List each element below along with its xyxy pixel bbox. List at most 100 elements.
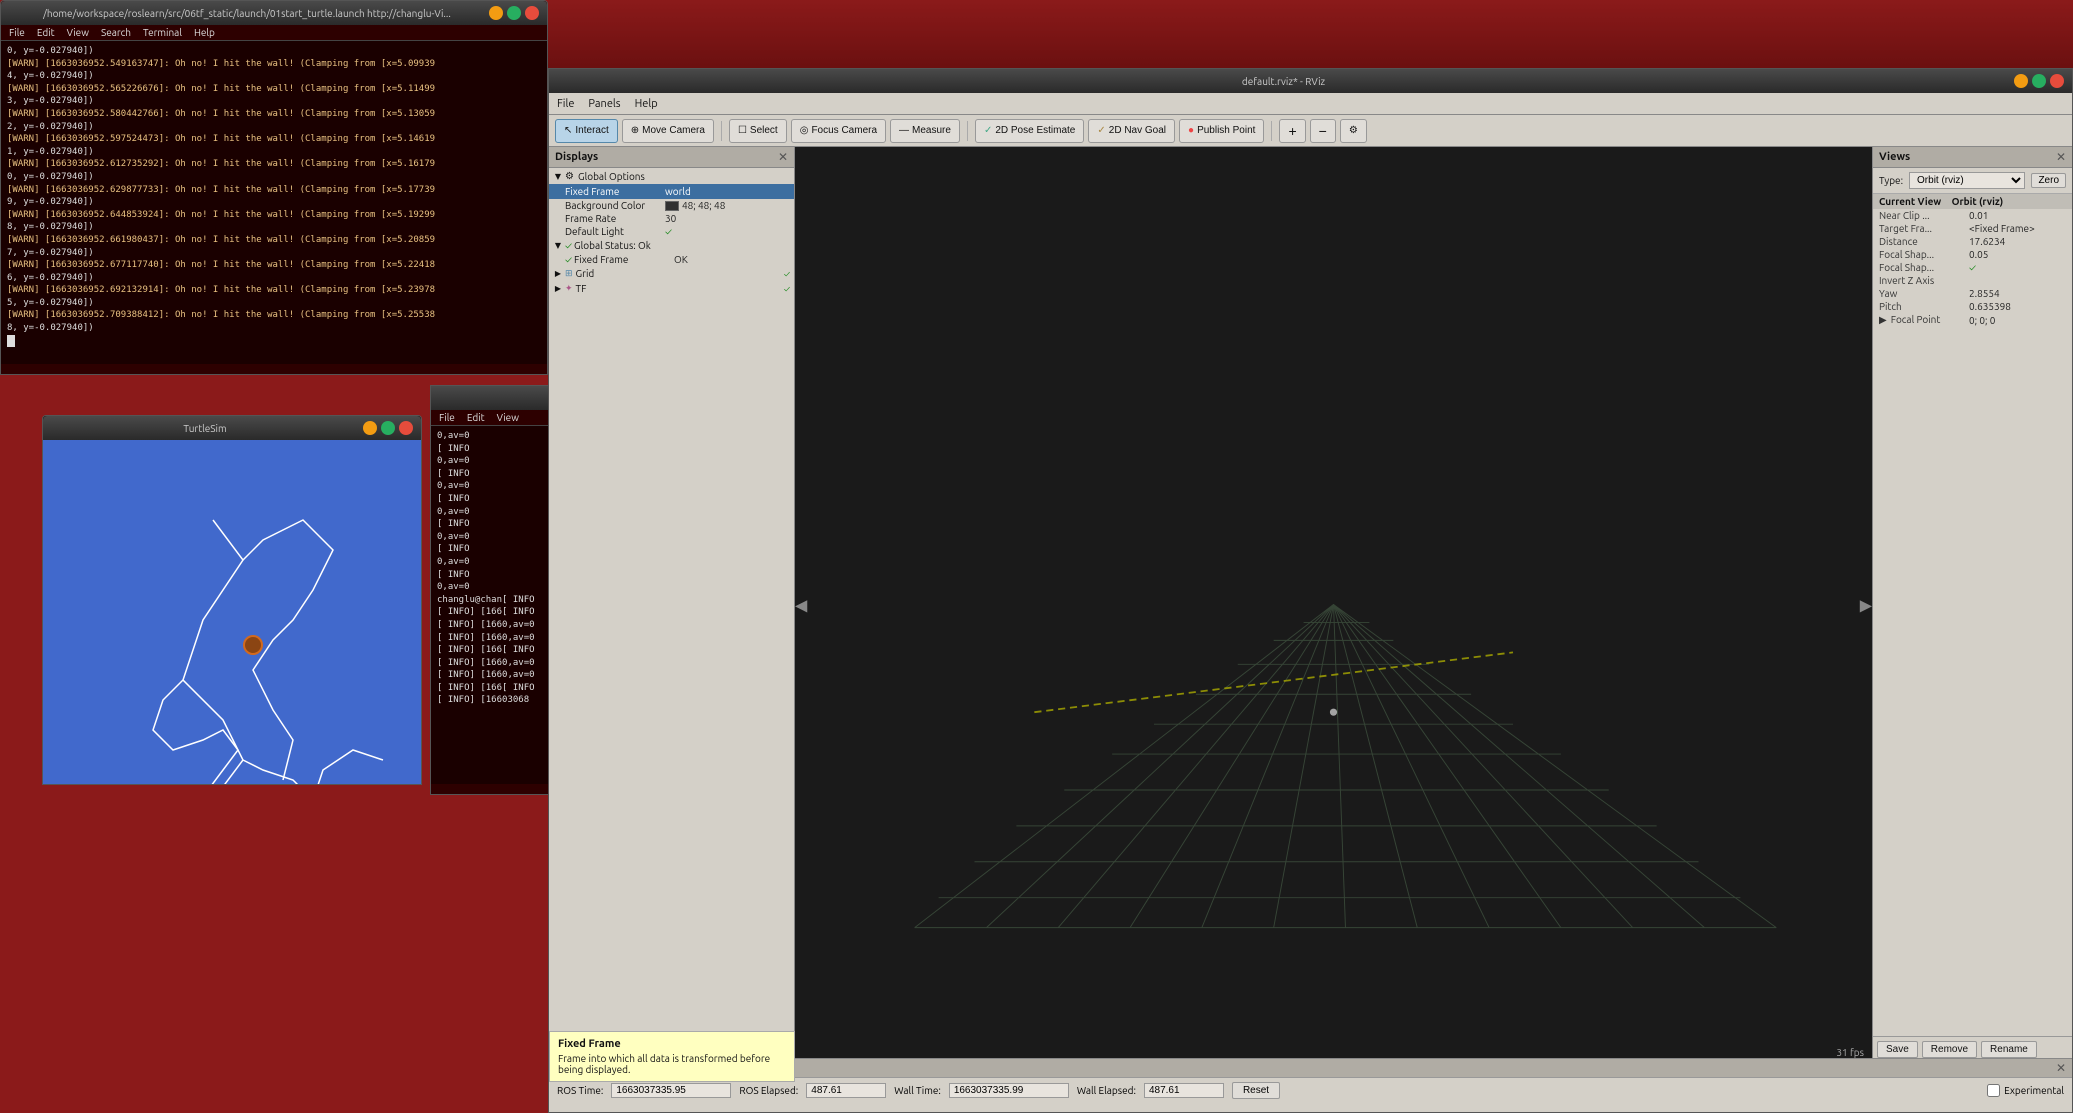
select-button[interactable]: ☐ Select [729, 119, 787, 143]
toolbar-plus-button[interactable]: + [1279, 119, 1305, 143]
rviz-titlebar: default.rviz* - RViz [549, 69, 2072, 93]
toolbar-separator-3 [1271, 121, 1272, 141]
frame-rate-value: 30 [665, 213, 790, 224]
nav-icon: ✓ [1097, 125, 1105, 136]
turtlesim-titlebar: TurtleSim [43, 416, 421, 440]
views-rename-button[interactable]: Rename [1981, 1041, 2037, 1058]
rviz-body: Displays ✕ ▼ ⚙ Global Options Fixed Fram… [549, 147, 2072, 1062]
views-remove-button[interactable]: Remove [1922, 1041, 1977, 1058]
viewport-left-arrow[interactable]: ◀ [795, 595, 807, 614]
terminal2-menu-file[interactable]: File [439, 412, 455, 423]
terminal-line: 2, y=-0.027940]) [7, 121, 541, 134]
grid-check: ✓ [784, 269, 790, 279]
select-icon: ☐ [738, 125, 747, 136]
near-clip-value: 0.01 [1969, 210, 2066, 221]
focal-point-row: ▶Focal Point 0; 0; 0 [1873, 313, 2072, 327]
terminal-line: [WARN] [1663036952.565226676]: Oh no! I … [7, 83, 541, 96]
fixed-frame-ok-icon: ✓ [565, 254, 572, 265]
rviz-menu-help[interactable]: Help [635, 98, 658, 110]
grid-arrow: ▶ [553, 269, 563, 279]
displays-close-button[interactable]: ✕ [778, 150, 788, 164]
focal-point-label: ▶Focal Point [1879, 314, 1969, 326]
wall-time-input[interactable] [949, 1083, 1069, 1098]
views-current-view-header: Current View Orbit (rviz) [1873, 194, 2072, 209]
frame-rate-label: Frame Rate [565, 213, 665, 224]
terminal-1-minimize[interactable] [489, 6, 503, 20]
focal-shape1-label: Focal Shap... [1879, 249, 1969, 260]
rviz-menu-panels[interactable]: Panels [588, 98, 620, 110]
nav-goal-button[interactable]: ✓ 2D Nav Goal [1088, 119, 1175, 143]
status-ok-icon: ✓ [565, 240, 572, 251]
global-options-row[interactable]: ▼ ⚙ Global Options [549, 168, 794, 184]
fixed-frame-status-row[interactable]: ✓ Fixed Frame OK [549, 253, 794, 266]
time-reset-button[interactable]: Reset [1232, 1082, 1280, 1099]
terminal-cursor-line [7, 335, 541, 347]
turtlesim-minimize[interactable] [363, 421, 377, 435]
turtlesim-maximize[interactable] [381, 421, 395, 435]
toolbar-separator-2 [967, 121, 968, 141]
fixed-frame-row[interactable]: Fixed Frame world [549, 184, 794, 199]
frame-rate-row[interactable]: Frame Rate 30 [549, 212, 794, 225]
global-options-label: Global Options [578, 171, 645, 182]
measure-button[interactable]: — Measure [890, 119, 960, 143]
terminal-line: [WARN] [1663036952.549163747]: Oh no! I … [7, 58, 541, 71]
rviz-viewport[interactable]: ◀ ▶ 31 fps [795, 147, 1872, 1062]
toolbar-minus-button[interactable]: − [1310, 119, 1336, 143]
terminal-menu-terminal[interactable]: Terminal [143, 27, 182, 38]
time-panel-close[interactable]: ✕ [2056, 1061, 2066, 1075]
move-camera-button[interactable]: ⊕ Move Camera [622, 119, 714, 143]
rviz-menubar: File Panels Help [549, 93, 2072, 115]
rviz-maximize[interactable] [2032, 74, 2046, 88]
turtlesim-window: TurtleSim [42, 415, 422, 785]
terminal-1-close[interactable] [525, 6, 539, 20]
terminal-1-content: 0, y=-0.027940]) [WARN] [1663036952.5491… [1, 41, 547, 364]
terminal-menu-edit[interactable]: Edit [37, 27, 55, 38]
interact-button[interactable]: ↖ Interact [555, 119, 618, 143]
terminal2-menu-edit[interactable]: Edit [467, 412, 485, 423]
tooltip-description: Frame into which all data is transformed… [558, 1053, 786, 1075]
viewport-right-arrow[interactable]: ▶ [1860, 595, 1872, 614]
rviz-window: default.rviz* - RViz File Panels Help ↖ … [548, 68, 2073, 1113]
terminal-line: 6, y=-0.027940]) [7, 272, 541, 285]
grid-row[interactable]: ▶ ⊞ Grid ✓ [549, 266, 794, 281]
rviz-menu-file[interactable]: File [557, 98, 574, 110]
focal-point-value: 0; 0; 0 [1969, 315, 2066, 326]
turtlesim-close[interactable] [399, 421, 413, 435]
terminal-line: [WARN] [1663036952.629877733]: Oh no! I … [7, 184, 541, 197]
default-light-row[interactable]: Default Light ✓ [549, 225, 794, 238]
terminal-menu-help[interactable]: Help [194, 27, 215, 38]
views-save-button[interactable]: Save [1877, 1041, 1918, 1058]
ros-elapsed-input[interactable] [806, 1083, 886, 1098]
tf-row[interactable]: ▶ ✦ TF ✓ [549, 281, 794, 296]
terminal-menu-view[interactable]: View [67, 27, 89, 38]
terminal-line: [WARN] [1663036952.580442766]: Oh no! I … [7, 108, 541, 121]
ros-time-input[interactable] [611, 1083, 731, 1098]
experimental-checkbox[interactable] [1987, 1084, 2000, 1097]
terminal2-menu-view[interactable]: View [497, 412, 519, 423]
views-close-button[interactable]: ✕ [2056, 150, 2066, 164]
yaw-label: Yaw [1879, 288, 1969, 299]
terminal-menu-search[interactable]: Search [101, 27, 131, 38]
toolbar-settings-button[interactable]: ⚙ [1340, 119, 1367, 143]
publish-point-button[interactable]: ● Publish Point [1179, 119, 1264, 143]
invert-z-row: Invert Z Axis [1873, 274, 2072, 287]
fixed-frame-value: world [665, 186, 790, 197]
terminal-menu-file[interactable]: File [9, 27, 25, 38]
views-zero-button[interactable]: Zero [2031, 173, 2066, 188]
terminal-1-maximize[interactable] [507, 6, 521, 20]
terminal-line: [WARN] [1663036952.644853924]: Oh no! I … [7, 209, 541, 222]
global-status-row[interactable]: ▼ ✓ Global Status: Ok [549, 238, 794, 253]
pitch-label: Pitch [1879, 301, 1969, 312]
focal-shape1-row: Focal Shap... 0.05 [1873, 248, 2072, 261]
wall-elapsed-input[interactable] [1144, 1083, 1224, 1098]
fixed-frame-tooltip: Fixed Frame Frame into which all data is… [549, 1031, 795, 1082]
focus-camera-button[interactable]: ◎ Focus Camera [791, 119, 886, 143]
views-type-dropdown[interactable]: Orbit (rviz) [1909, 172, 2025, 189]
terminal-window-1: /home/workspace/roslearn/src/06tf_static… [0, 0, 548, 375]
pose-estimate-button[interactable]: ✓ 2D Pose Estimate [975, 119, 1084, 143]
background-color-value: 48; 48; 48 [665, 200, 790, 211]
rviz-minimize[interactable] [2014, 74, 2028, 88]
background-color-row[interactable]: Background Color 48; 48; 48 [549, 199, 794, 212]
rviz-close[interactable] [2050, 74, 2064, 88]
terminal-line: 8, y=-0.027940]) [7, 322, 541, 335]
